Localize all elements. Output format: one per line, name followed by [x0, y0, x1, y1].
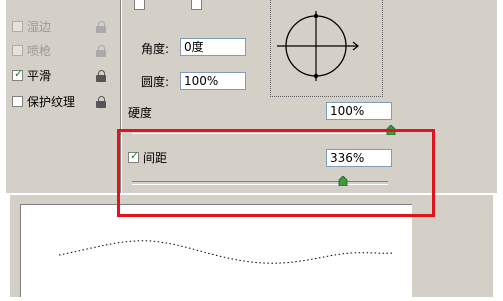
- lock-icon[interactable]: [96, 70, 107, 82]
- option-label: 湿边: [27, 19, 52, 34]
- airbrush-checkbox[interactable]: [12, 44, 23, 56]
- smoothing-checkbox[interactable]: ✓: [12, 66, 24, 81]
- lock-icon[interactable]: [96, 96, 107, 108]
- angle-circle-icon: [277, 11, 359, 81]
- option-smoothing[interactable]: ✓ 平滑: [12, 66, 51, 84]
- dotted-stroke-preview: [58, 240, 394, 264]
- option-airbrush[interactable]: 喷枪: [12, 41, 51, 59]
- angle-label: 角度:: [141, 42, 170, 56]
- wet-edges-checkbox[interactable]: [12, 20, 23, 32]
- protect-texture-checkbox[interactable]: [12, 95, 23, 107]
- option-label: 平滑: [27, 68, 52, 83]
- flip-checkboxes: [130, 0, 240, 12]
- option-protect-texture[interactable]: 保护纹理: [12, 92, 75, 110]
- lock-icon[interactable]: [96, 45, 107, 57]
- hardness-label: 硬度: [128, 106, 153, 120]
- stroke-preview-canvas: [20, 204, 412, 297]
- checkmark-icon: ✓: [14, 66, 24, 80]
- roundness-input[interactable]: 100%: [180, 72, 246, 90]
- angle-input[interactable]: 0度: [180, 38, 246, 56]
- hardness-input[interactable]: 100%: [326, 102, 392, 120]
- option-label: 喷枪: [27, 43, 52, 58]
- flip-x-checkbox[interactable]: [134, 0, 145, 10]
- lock-icon[interactable]: [96, 21, 107, 33]
- option-wet-edges[interactable]: 湿边: [12, 17, 51, 35]
- roundness-label: 圆度:: [141, 75, 170, 89]
- option-label: 保护纹理: [27, 94, 76, 109]
- brush-angle-preview[interactable]: [270, 0, 383, 97]
- flip-y-checkbox[interactable]: [191, 0, 202, 10]
- highlight-box: [117, 129, 435, 217]
